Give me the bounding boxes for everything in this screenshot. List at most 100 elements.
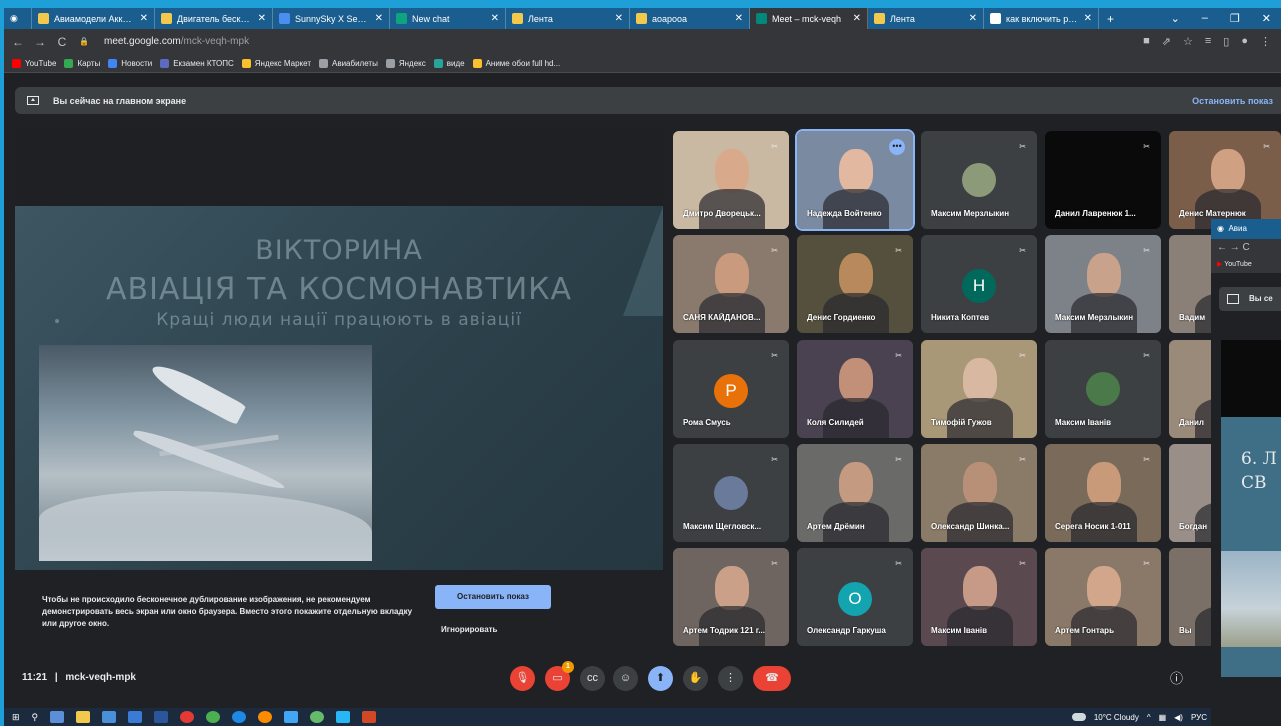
bookmark-star-icon[interactable]: ☆ (1183, 35, 1193, 48)
browser-tab[interactable]: Лента ✕ (506, 8, 630, 29)
store-icon[interactable] (102, 711, 117, 723)
chrome-menu-icon[interactable]: ◉ (4, 8, 32, 29)
bookmark-item[interactable]: Яндекс (385, 58, 426, 68)
browser-tab[interactable]: Лента ✕ (868, 8, 984, 29)
bookmark-item[interactable]: YouTube (12, 58, 56, 68)
participant-tile[interactable]: ✂ Артем Тодрик 121 г... (673, 548, 789, 646)
participant-tile[interactable]: ✂ Максим Іванів (1045, 340, 1161, 438)
minimize-button[interactable]: – (1202, 12, 1208, 25)
new-tab-button[interactable]: + (1099, 12, 1122, 26)
present-button[interactable]: ⬆ (648, 666, 673, 691)
participant-tile[interactable]: ✂ Денис Матернюк (1169, 131, 1281, 229)
meeting-details-button[interactable]: ⓘ (1170, 668, 1183, 687)
reload-button[interactable]: C (54, 35, 70, 49)
weather-text[interactable]: 10°C Cloudy (1094, 713, 1139, 722)
tray-chevron-icon[interactable]: ^ (1147, 713, 1151, 722)
address-bar[interactable]: meet.google.com/mck-veqh-mpk (104, 36, 249, 47)
tab-close-icon[interactable]: ✕ (615, 13, 623, 24)
emoji-button[interactable]: ☺ (613, 666, 638, 691)
forward-button[interactable]: → (32, 35, 48, 49)
task-view-icon[interactable] (50, 711, 65, 723)
tab-close-icon[interactable]: ✕ (491, 13, 499, 24)
participant-tile[interactable]: ✂ Максим Мерзлыкин (921, 131, 1037, 229)
participant-tile[interactable]: Н ✂ Никита Коптев (921, 235, 1037, 333)
chrome-icon[interactable] (206, 711, 221, 723)
search-icon[interactable]: ⚲ (32, 712, 39, 723)
vpn-icon[interactable] (284, 711, 299, 723)
profile-avatar[interactable]: ● (1241, 35, 1248, 48)
explorer-icon[interactable] (76, 711, 91, 723)
bookmark-item[interactable]: виде (433, 58, 465, 68)
participant-tile[interactable]: ✂ Олександр Шинка... (921, 444, 1037, 542)
back-button[interactable]: ← (10, 35, 26, 49)
participant-tile[interactable]: ✂ Артем Гонтарь (1045, 548, 1161, 646)
network-icon[interactable]: ▦ (1159, 713, 1167, 722)
ignore-button[interactable]: Игнорировать (441, 625, 497, 634)
side-panel-icon[interactable]: ▯ (1223, 35, 1229, 48)
overlay-browser-window[interactable]: ◉ Авиа ← → C ▶ YouTube Вы се 6. Л СВ (1211, 219, 1281, 726)
restore-button[interactable]: ❐ (1230, 12, 1240, 25)
captions-button[interactable]: cc (580, 666, 605, 691)
bookmark-item[interactable]: Карты (64, 58, 100, 68)
opera-icon[interactable] (180, 711, 195, 723)
app-icon[interactable] (310, 711, 325, 723)
tab-search-icon[interactable]: ⌄ (1171, 12, 1180, 25)
more-options-button[interactable]: ⋮ (718, 666, 743, 691)
powerpoint-icon[interactable] (362, 711, 377, 723)
participant-tile[interactable]: ✂ Дмитро Дворецьк... (673, 131, 789, 229)
participant-tile[interactable]: ✂ Данил Лавренюк 1... (1045, 131, 1161, 229)
word-icon[interactable] (154, 711, 169, 723)
participant-tile[interactable]: ✂ Серега Носик 1-011 (1045, 444, 1161, 542)
participant-tile[interactable]: ✂ Максим Іванів (921, 548, 1037, 646)
lock-icon[interactable]: 🔒 (76, 37, 92, 46)
bookmark-item[interactable]: Авиабилеты (319, 58, 378, 68)
participant-tile[interactable]: ✂ Максим Мерзлыкин (1045, 235, 1161, 333)
participant-tile[interactable]: ✂ Максим Щегловск... (673, 444, 789, 542)
participant-tile[interactable]: ✂ Денис Гордиенко (797, 235, 913, 333)
browser-tab[interactable]: Meet – mck-veqh ✕ (750, 8, 868, 29)
tab-close-icon[interactable]: ✕ (735, 13, 743, 24)
participant-tile[interactable]: ••• Надежда Войтенко (795, 129, 915, 231)
browser-tab[interactable]: аоарооа ✕ (630, 8, 750, 29)
start-button[interactable]: ⊞ (12, 712, 20, 723)
tab-close-icon[interactable]: ✕ (140, 13, 148, 24)
bookmark-item[interactable]: Аниме обои full hd... (472, 58, 560, 68)
mail-icon[interactable] (128, 711, 143, 723)
stop-presenting-link[interactable]: Остановить показ (1192, 96, 1281, 106)
bookmark-item[interactable]: Яндекс Маркет (241, 58, 311, 68)
chrome-profile-icon[interactable] (232, 711, 247, 723)
tab-close-icon[interactable]: ✕ (1084, 13, 1092, 24)
browser-tab[interactable]: Авиамодели Аккуму ✕ (32, 8, 155, 29)
reading-list-icon[interactable]: ≡ (1205, 35, 1211, 48)
volume-icon[interactable]: ◀) (1174, 713, 1183, 722)
tab-close-icon[interactable]: ✕ (258, 13, 266, 24)
participant-tile[interactable]: О ✂ Олександр Гаркуша (797, 548, 913, 646)
browser-menu-icon[interactable]: ⋮ (1260, 35, 1271, 48)
language-indicator[interactable]: РУС (1191, 713, 1207, 722)
raise-hand-button[interactable]: ✋ (683, 666, 708, 691)
browser-tab[interactable]: SunnySky X Series V3 ✕ (273, 8, 390, 29)
browser-icon[interactable] (258, 711, 273, 723)
participant-tile[interactable]: ✂ САНЯ КАЙДАНОВ... (673, 235, 789, 333)
camera-off-button[interactable]: ▭ 1 (545, 661, 574, 691)
participant-tile[interactable]: ✂ Артем Дрёмин (797, 444, 913, 542)
camera-icon[interactable]: ■ (1143, 35, 1150, 48)
participant-tile[interactable]: P ✂ Рома Смусь (673, 340, 789, 438)
browser-tab[interactable]: как включить распр ✕ (984, 8, 1099, 29)
leave-call-button[interactable]: ☎ (753, 666, 791, 691)
bookmark-item[interactable]: Новости (108, 58, 152, 68)
telegram-icon[interactable] (336, 711, 351, 723)
browser-tab[interactable]: Двигатель бесколле ✕ (155, 8, 273, 29)
participant-tile[interactable]: ✂ Коля Силидей (797, 340, 913, 438)
tab-close-icon[interactable]: ✕ (969, 13, 977, 24)
share-icon[interactable]: ⇗ (1162, 35, 1171, 48)
mic-off-button[interactable]: 🎙 (510, 666, 535, 691)
tab-close-icon[interactable]: ✕ (375, 13, 383, 24)
close-window-button[interactable]: ✕ (1262, 12, 1271, 25)
browser-tab[interactable]: New chat ✕ (390, 8, 506, 29)
tab-close-icon[interactable]: ✕ (853, 13, 861, 24)
participant-tile[interactable]: ✂ Тимофій Гужов (921, 340, 1037, 438)
bookmark-item[interactable]: Екзамен КТОПС (160, 58, 234, 68)
more-options-icon[interactable]: ••• (889, 139, 905, 155)
stop-sharing-button[interactable]: Остановить показ (435, 585, 551, 609)
